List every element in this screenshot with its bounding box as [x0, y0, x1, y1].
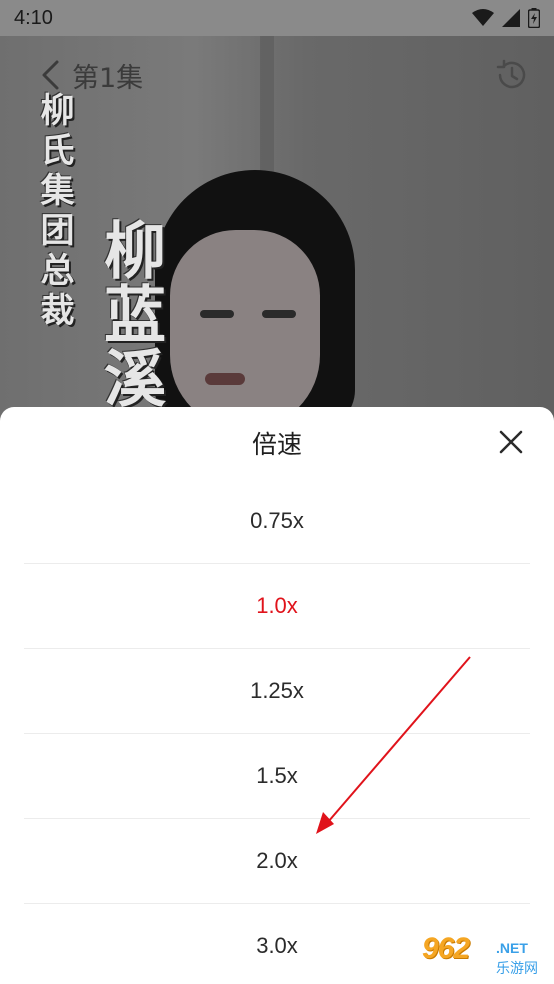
video-person-eye: [200, 310, 234, 318]
speed-options-list: 0.75x 1.0x 1.25x 1.5x 2.0x 3.0x: [0, 479, 554, 984]
speed-option-1.25x[interactable]: 1.25x: [24, 649, 530, 734]
speed-option-1.5x[interactable]: 1.5x: [24, 734, 530, 819]
speed-option-1.0x[interactable]: 1.0x: [24, 564, 530, 649]
history-button[interactable]: [492, 55, 532, 95]
screen: 柳氏集团总裁 柳蓝溪 4:10 第1集 倍速 0.75x 1.0x 1.25x …: [0, 0, 554, 984]
speed-option-2.0x[interactable]: 2.0x: [24, 819, 530, 904]
watermark-logo: 962 .NET 乐游网: [416, 932, 548, 980]
video-person-eye: [262, 310, 296, 318]
close-button[interactable]: [496, 427, 526, 457]
watermark-domain: .NET: [496, 940, 528, 956]
back-button[interactable]: [34, 55, 66, 95]
status-icons: [472, 8, 540, 28]
sheet-title: 倍速: [251, 430, 302, 459]
video-person-lips: [205, 373, 245, 385]
battery-icon: [528, 8, 540, 28]
video-caption-name: 柳蓝溪: [93, 218, 166, 410]
video-caption-role: 柳氏集团总裁: [34, 92, 74, 332]
chevron-left-icon: [42, 60, 59, 90]
signal-icon: [502, 9, 520, 27]
speed-option-0.75x[interactable]: 0.75x: [24, 479, 530, 564]
speed-bottom-sheet: 倍速 0.75x 1.0x 1.25x 1.5x 2.0x 3.0x: [0, 407, 554, 984]
sheet-header: 倍速: [0, 407, 554, 479]
status-bar: 4:10: [0, 0, 554, 36]
episode-title: 第1集: [72, 62, 144, 94]
wifi-icon: [472, 9, 494, 26]
watermark-name: 乐游网: [496, 961, 538, 977]
watermark-number: 962: [422, 932, 470, 965]
player-top-bar: 第1集: [0, 40, 554, 110]
status-time: 4:10: [14, 6, 53, 29]
video-person-face: [170, 230, 320, 430]
history-clock-icon: [496, 59, 526, 89]
close-icon: [499, 430, 523, 454]
